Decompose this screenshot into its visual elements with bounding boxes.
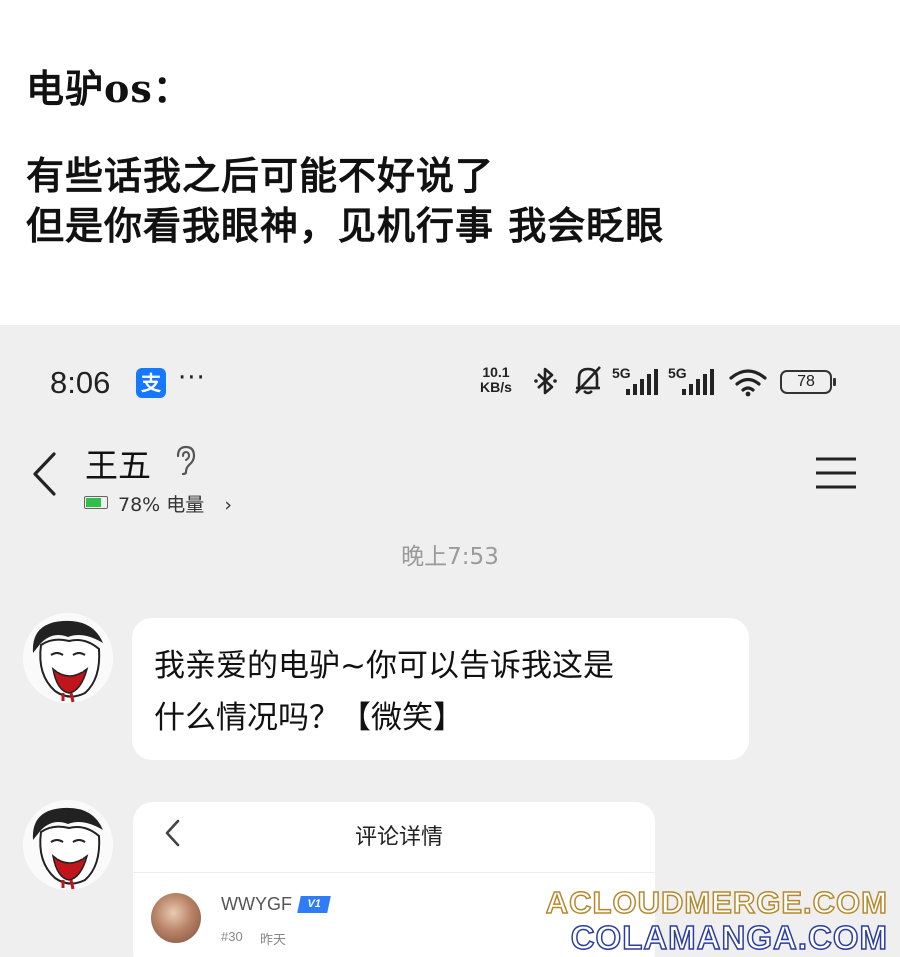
comment-floor: #30 — [221, 929, 243, 944]
contact-battery-text: 78% 电量 — [118, 494, 205, 516]
commenter-name: WWYGF — [221, 894, 292, 914]
battery-icon: 78 — [780, 370, 836, 394]
status-bar: 8:06 支 ··· 10.1 KB/s 5G 5G 78 — [0, 325, 900, 435]
caption-line: 但是你看我眼神，见机行事 我会眨眼 — [26, 203, 665, 248]
menu-icon[interactable] — [814, 455, 858, 491]
caption-title: 电驴os： — [26, 66, 192, 111]
chevron-right-icon: › — [224, 494, 232, 516]
watermark-line: ACLOUDMERGE.COM — [545, 884, 888, 921]
back-arrow-icon[interactable] — [30, 450, 60, 498]
caption-line: 有些话我之后可能不好说了 — [26, 153, 495, 198]
card-title: 评论详情 — [354, 825, 443, 850]
avatar-drawing — [23, 613, 113, 703]
caption-panel: 电驴os： 有些话我之后可能不好说了 但是你看我眼神，见机行事 我会眨眼 — [0, 0, 900, 325]
comment-date: 昨天 — [260, 933, 287, 948]
commenter-avatar — [151, 893, 201, 943]
network-speed-unit: KB/s — [480, 379, 512, 395]
avatar[interactable] — [23, 800, 113, 890]
message-timestamp: 晚上7:53 — [401, 544, 499, 570]
avatar[interactable] — [23, 613, 113, 703]
message-text-line: 什么情况吗？【微笑】 — [154, 700, 464, 736]
bluetooth-icon — [534, 367, 557, 395]
avatar-drawing — [23, 800, 113, 890]
contact-battery-status[interactable]: 78% 电量 › — [118, 490, 232, 517]
more-notifications-icon: ··· — [178, 363, 206, 393]
ear-icon[interactable] — [172, 443, 200, 477]
level-badge: V1 — [297, 896, 331, 913]
network-speed-value: 10.1 — [482, 364, 510, 380]
chat-screen: 8:06 支 ··· 10.1 KB/s 5G 5G 78 王五 78% 电量 … — [0, 325, 900, 957]
signal-icon: 5G — [668, 365, 714, 395]
contact-battery-icon — [84, 496, 108, 509]
mute-bell-icon — [575, 366, 601, 395]
watermark-line: COLAMANGA.COM — [570, 918, 888, 957]
message-text-line: 我亲爱的电驴~你可以告诉我这是 — [154, 648, 614, 684]
contact-name[interactable]: 王五 — [85, 439, 151, 487]
network-speed: 10.1 KB/s — [480, 365, 512, 395]
wifi-icon — [729, 369, 767, 397]
status-time: 8:06 — [50, 365, 111, 400]
signal-label: 5G — [668, 365, 687, 381]
message-bubble[interactable]: 我亲爱的电驴~你可以告诉我这是 什么情况吗？【微笑】 — [132, 618, 749, 760]
alipay-icon: 支 — [136, 368, 166, 398]
contact-battery-level — [86, 498, 101, 507]
signal-icon: 5G — [612, 365, 658, 395]
signal-label: 5G — [612, 365, 631, 381]
divider — [133, 872, 655, 873]
